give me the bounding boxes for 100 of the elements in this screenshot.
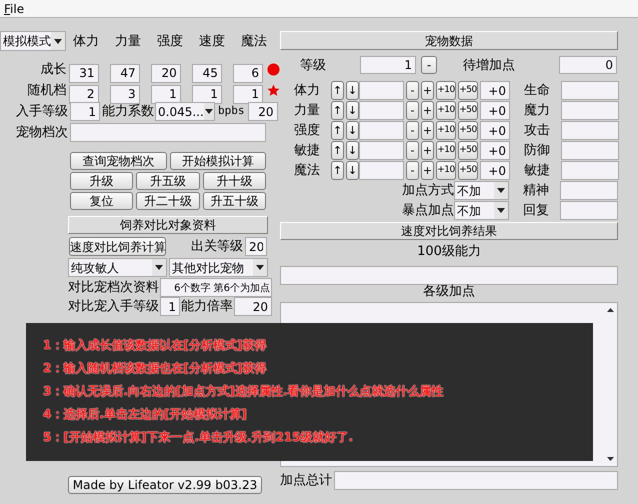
calc-button[interactable]: 速度对比饲养计算 [69,237,166,256]
action-button[interactable]: 复位 [70,192,134,210]
field-label: 魔法 [240,34,268,48]
input-field[interactable] [560,181,618,200]
input-field[interactable] [561,81,619,100]
input-field[interactable]: 6个数字 第6个为加点 [160,278,272,297]
action-button[interactable]: 升十级 [202,172,266,190]
input-field[interactable] [334,471,618,490]
dropdown[interactable]: 不加 [454,201,509,220]
arrow-button[interactable]: ↓ [346,141,359,160]
input-field[interactable]: 2 [68,84,99,104]
input-field[interactable]: +0 [480,121,510,140]
increment-button[interactable]: + [421,101,434,120]
input-field[interactable] [561,101,619,120]
input-field[interactable]: +0 [480,161,510,180]
input-field[interactable] [561,121,619,140]
field-label: 暴点加点 [402,204,454,217]
increment-button[interactable]: +10 [436,101,456,120]
input-field[interactable]: +0 [480,81,510,100]
arrow-button[interactable]: ↓ [346,101,359,120]
increment-button[interactable]: + [421,81,434,100]
dropdown[interactable]: 模拟模式 [0,31,66,51]
increment-button[interactable]: +10 [436,141,456,160]
scroll-down-icon[interactable] [606,457,614,461]
input-field[interactable]: 6 [233,64,263,82]
input-field[interactable] [359,161,404,180]
hint-text: 3：确认无误后.向右边的[加点方式]选择属性.看你是加什么点就选什么属性 [43,383,444,400]
arrow-button[interactable]: ↑ [331,141,344,160]
scroll-up-icon[interactable] [606,308,614,312]
increment-button[interactable]: - [406,81,419,100]
increment-button[interactable]: - [406,161,419,180]
arrow-button[interactable]: ↑ [331,101,344,120]
input-field[interactable]: 31 [68,64,99,82]
input-field[interactable]: 1 [233,84,263,104]
input-field[interactable]: 1 [192,84,222,104]
dropdown[interactable]: 其他对比宠物 [169,258,268,277]
action-button[interactable]: 升五级 [136,172,200,190]
increment-button[interactable]: - [406,101,419,120]
increment-button[interactable]: + [421,161,434,180]
input-field[interactable]: 1 [70,102,100,121]
increment-button[interactable]: +10 [436,161,456,180]
input-field[interactable]: 20 [150,64,181,82]
increment-button[interactable]: +50 [458,141,478,160]
input-field[interactable] [359,81,404,100]
input-field[interactable]: 45 [192,64,222,82]
action-button[interactable]: 升五十级 [202,192,266,210]
arrow-button[interactable]: ↑ [331,121,344,140]
increment-button[interactable]: +50 [458,101,478,120]
input-field[interactable]: 1 [160,297,180,316]
input-field[interactable] [70,123,266,142]
hint-text: 2：输入随机档该数据也在[分析模式]获得 [43,360,268,377]
increment-button[interactable]: +50 [458,121,478,140]
credit-button[interactable]: Made by Lifeator v2.99 b03.23 [68,476,262,494]
input-field[interactable] [359,121,404,140]
input-field[interactable]: 20 [248,102,278,121]
action-button[interactable]: 开始模拟计算 [170,152,266,170]
field-label: 各级加点 [423,285,475,298]
field-label: 生命 [523,84,551,97]
input-field[interactable]: 1 [150,84,181,104]
action-button[interactable]: 查询宠物档次 [70,152,166,170]
input-field[interactable]: 0 [559,56,617,74]
increment-button[interactable]: - [406,121,419,140]
input-field[interactable]: 1 [360,56,416,74]
dropdown[interactable]: 纯攻敏人 [68,258,167,277]
input-field[interactable] [560,201,618,220]
arrow-button[interactable]: ↓ [346,121,359,140]
dropdown[interactable]: 不加 [454,181,509,200]
star-icon [267,84,280,97]
input-field[interactable] [561,141,619,160]
section-header: 宠物数据 [280,31,618,50]
arrow-button[interactable]: ↑ [331,81,344,100]
increment-button[interactable]: +10 [436,121,456,140]
menu-item[interactable]: File [4,0,24,18]
input-field[interactable] [280,266,618,284]
hint-text: 1：输入成长值该数据以在[分析模式]获得 [43,337,268,354]
input-field[interactable] [359,141,404,160]
increment-button[interactable]: - [406,141,419,160]
dropdown[interactable]: 0.045... [155,102,215,121]
increment-button[interactable]: +50 [458,161,478,180]
input-field[interactable]: 20 [234,297,272,316]
dot-icon [267,63,280,76]
minus-button[interactable]: - [421,56,437,74]
input-field[interactable]: 47 [110,64,140,82]
action-button[interactable]: 升二十级 [136,192,200,210]
input-field[interactable] [359,101,404,120]
field-label: 强度 [156,34,184,48]
arrow-button[interactable]: ↑ [331,161,344,180]
arrow-button[interactable]: ↓ [346,81,359,100]
input-field[interactable]: +0 [480,101,510,120]
input-field[interactable]: 3 [110,84,140,104]
caret-icon [54,38,62,44]
input-field[interactable] [561,161,619,180]
field-label: 等级 [299,58,327,72]
increment-button[interactable]: + [421,141,434,160]
increment-button[interactable]: +50 [458,81,478,100]
input-field[interactable]: +0 [480,141,510,160]
arrow-button[interactable]: ↓ [346,161,359,180]
increment-button[interactable]: +10 [436,81,456,100]
increment-button[interactable]: + [421,121,434,140]
action-button[interactable]: 升级 [70,172,134,190]
